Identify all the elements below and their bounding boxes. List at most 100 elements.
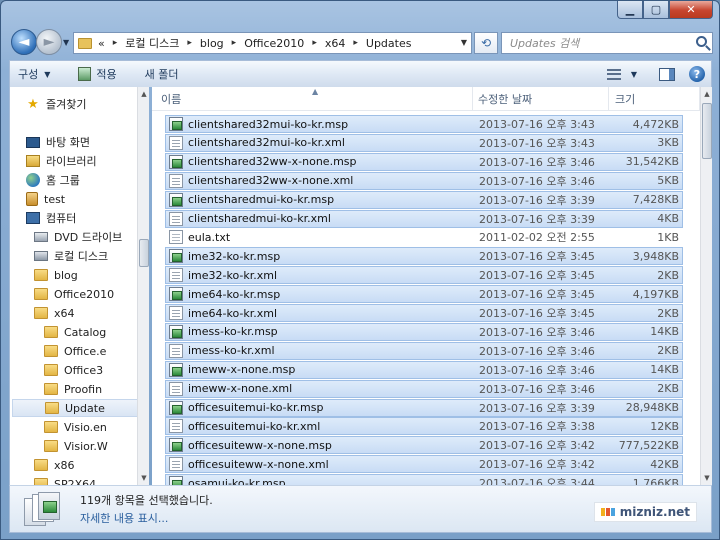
organize-button[interactable]: 구성 ▼ xyxy=(10,61,58,87)
breadcrumb-separator-icon[interactable]: ▸ xyxy=(187,38,192,48)
scroll-down-icon[interactable]: ▼ xyxy=(138,471,149,485)
tree-item[interactable]: Office2010 xyxy=(34,285,114,303)
file-row[interactable]: clientsharedmui-ko-kr.xml 2013-07-16 오후 3… xyxy=(165,209,683,228)
tree-item[interactable]: x64 xyxy=(34,304,75,322)
folder-icon xyxy=(34,288,48,300)
tree-item[interactable]: SP2X64 xyxy=(34,475,96,485)
file-row[interactable]: imess-ko-kr.msp 2013-07-16 오후 3:46 14KB xyxy=(165,322,683,341)
tree-item[interactable]: blog xyxy=(34,266,78,284)
file-row[interactable]: ime32-ko-kr.msp 2013-07-16 오후 3:45 3,948KB xyxy=(165,247,683,266)
search-icon[interactable] xyxy=(696,36,707,47)
file-date: 2013-07-16 오후 3:46 xyxy=(479,325,595,339)
file-row[interactable]: osamui-ko-kr.msp 2013-07-16 오후 3:44 1,766K… xyxy=(165,474,683,485)
tree-item[interactable]: Office.e xyxy=(44,342,106,360)
address-bar[interactable]: « ▸ 로컬 디스크 ▸ blog ▸ Office2010 ▸ x64 ▸ Updates ▼ xyxy=(73,32,472,54)
details-pane: 119개 항목을 선택했습니다. 자세한 내용 표시... mizniz.net xyxy=(9,485,712,533)
file-row[interactable]: ime32-ko-kr.xml 2013-07-16 오후 3:45 2KB xyxy=(165,266,683,285)
file-row[interactable]: clientshared32ww-x-none.xml 2013-07-16 오후… xyxy=(165,171,683,190)
maximize-button[interactable]: ▢ xyxy=(643,1,669,19)
msp-file-icon xyxy=(169,476,183,485)
tree-item[interactable]: Proofin xyxy=(44,380,102,398)
file-name: ime64-ko-kr.xml xyxy=(188,306,278,320)
file-date: 2013-07-16 오후 3:46 xyxy=(479,155,595,169)
file-row[interactable]: imeww-x-none.xml 2013-07-16 오후 3:46 2KB xyxy=(165,379,683,398)
tree-item[interactable]: 홈 그룹 xyxy=(26,171,80,189)
desktop-icon xyxy=(26,136,40,148)
file-name-cell: osamui-ko-kr.msp xyxy=(166,476,479,485)
tree-item[interactable]: Catalog xyxy=(44,323,106,341)
breadcrumb-item[interactable]: 로컬 디스크 xyxy=(125,35,179,51)
search-input[interactable]: Updates 검색 xyxy=(501,32,713,54)
recent-pages-dropdown-icon[interactable]: ▼ xyxy=(63,38,69,47)
minimize-button[interactable]: ▁ xyxy=(617,1,643,19)
tree-item[interactable]: Visior.W xyxy=(44,437,108,455)
tree-item[interactable]: 로컬 디스크 xyxy=(34,247,108,265)
file-row[interactable]: officesuitemui-ko-kr.xml 2013-07-16 오후 3:… xyxy=(165,417,683,436)
folder-icon xyxy=(34,459,48,471)
show-details-link[interactable]: 자세한 내용 표시... xyxy=(80,510,168,526)
file-row[interactable]: clientshared32mui-ko-kr.msp 2013-07-16 오후… xyxy=(165,115,683,133)
file-size: 14KB xyxy=(650,325,679,339)
breadcrumb-item[interactable]: Office2010 xyxy=(244,37,304,50)
file-row[interactable]: officesuiteww-x-none.xml 2013-07-16 오후 3:… xyxy=(165,455,683,474)
file-row[interactable]: eula.txt 2011-02-02 오전 2:55 1KB xyxy=(165,228,683,247)
install-button[interactable]: 적용 xyxy=(70,61,124,87)
msp-file-icon xyxy=(169,362,183,377)
breadcrumb-item[interactable]: blog xyxy=(200,37,224,50)
tree-item[interactable]: 바탕 화면 xyxy=(26,133,90,151)
breadcrumb-overflow[interactable]: « xyxy=(98,37,105,50)
caption-buttons: ▁ ▢ ✕ xyxy=(617,1,713,19)
tree-item[interactable]: x86 xyxy=(34,456,75,474)
scroll-up-icon[interactable]: ▲ xyxy=(701,87,712,101)
list-scrollbar[interactable]: ▲ ▼ xyxy=(700,87,712,485)
breadcrumb-separator-icon[interactable]: ▸ xyxy=(312,38,317,48)
file-name-cell: ime32-ko-kr.xml xyxy=(166,268,479,283)
tree-item[interactable]: DVD 드라이브 xyxy=(34,228,122,246)
tree-item[interactable]: Office3 xyxy=(44,361,103,379)
nav-scrollbar[interactable]: ▲ ▼ xyxy=(137,87,149,485)
file-row[interactable]: clientshared32mui-ko-kr.xml 2013-07-16 오후… xyxy=(165,133,683,152)
file-row[interactable]: clientshared32ww-x-none.msp 2013-07-16 오후… xyxy=(165,152,683,171)
change-view-icon[interactable] xyxy=(606,68,621,80)
tree-item[interactable]: Visio.en xyxy=(44,418,107,436)
file-row[interactable]: imess-ko-kr.xml 2013-07-16 오후 3:46 2KB xyxy=(165,341,683,360)
library-icon xyxy=(26,155,40,167)
new-folder-button[interactable]: 새 폴더 xyxy=(137,61,187,87)
breadcrumb-separator-icon[interactable]: ▸ xyxy=(113,38,118,48)
file-row[interactable]: officesuiteww-x-none.msp 2013-07-16 오후 3:… xyxy=(165,436,683,455)
scroll-thumb[interactable] xyxy=(139,239,149,267)
file-date: 2013-07-16 오후 3:45 xyxy=(479,269,595,283)
file-size: 31,542KB xyxy=(625,155,679,169)
file-name: ime32-ko-kr.msp xyxy=(188,249,281,263)
help-icon[interactable]: ? xyxy=(689,66,705,82)
refresh-button[interactable]: ⟲ xyxy=(474,32,498,54)
file-row[interactable]: clientsharedmui-ko-kr.msp 2013-07-16 오후 3… xyxy=(165,190,683,209)
file-row[interactable]: officesuitemui-ko-kr.msp 2013-07-16 오후 3:… xyxy=(165,398,683,417)
file-date: 2013-07-16 오후 3:38 xyxy=(479,420,595,434)
file-row[interactable]: ime64-ko-kr.msp 2013-07-16 오후 3:45 4,197KB xyxy=(165,285,683,304)
column-size[interactable]: 크기 xyxy=(609,87,700,110)
file-row[interactable]: ime64-ko-kr.xml 2013-07-16 오후 3:45 2KB xyxy=(165,304,683,322)
column-date[interactable]: 수정한 날짜 xyxy=(473,87,609,110)
breadcrumb-separator-icon[interactable]: ▸ xyxy=(353,38,358,48)
view-options-chevron-icon[interactable]: ▼ xyxy=(631,70,637,79)
forward-button[interactable]: ► xyxy=(36,29,62,55)
tree-item[interactable]: 컴퓨터 xyxy=(26,209,76,227)
tree-item[interactable]: test xyxy=(26,190,65,208)
scroll-down-icon[interactable]: ▼ xyxy=(701,471,712,485)
close-button[interactable]: ✕ xyxy=(669,1,713,19)
tree-item[interactable]: 라이브러리 xyxy=(26,152,97,170)
scroll-up-icon[interactable]: ▲ xyxy=(138,87,149,101)
file-date: 2013-07-16 오후 3:46 xyxy=(479,382,595,396)
back-button[interactable]: ◄ xyxy=(11,29,37,55)
preview-pane-icon[interactable] xyxy=(659,67,675,81)
xml-file-icon xyxy=(169,173,183,188)
breadcrumb-separator-icon[interactable]: ▸ xyxy=(232,38,237,48)
tree-item[interactable]: ★ 즐겨찾기 xyxy=(26,95,86,113)
file-row[interactable]: imeww-x-none.msp 2013-07-16 오후 3:46 14KB xyxy=(165,360,683,379)
scroll-thumb[interactable] xyxy=(702,103,712,159)
breadcrumb-item[interactable]: Updates xyxy=(366,37,412,50)
breadcrumb-item[interactable]: x64 xyxy=(325,37,346,50)
tree-item[interactable]: Update xyxy=(12,399,146,417)
address-dropdown-icon[interactable]: ▼ xyxy=(461,38,467,47)
